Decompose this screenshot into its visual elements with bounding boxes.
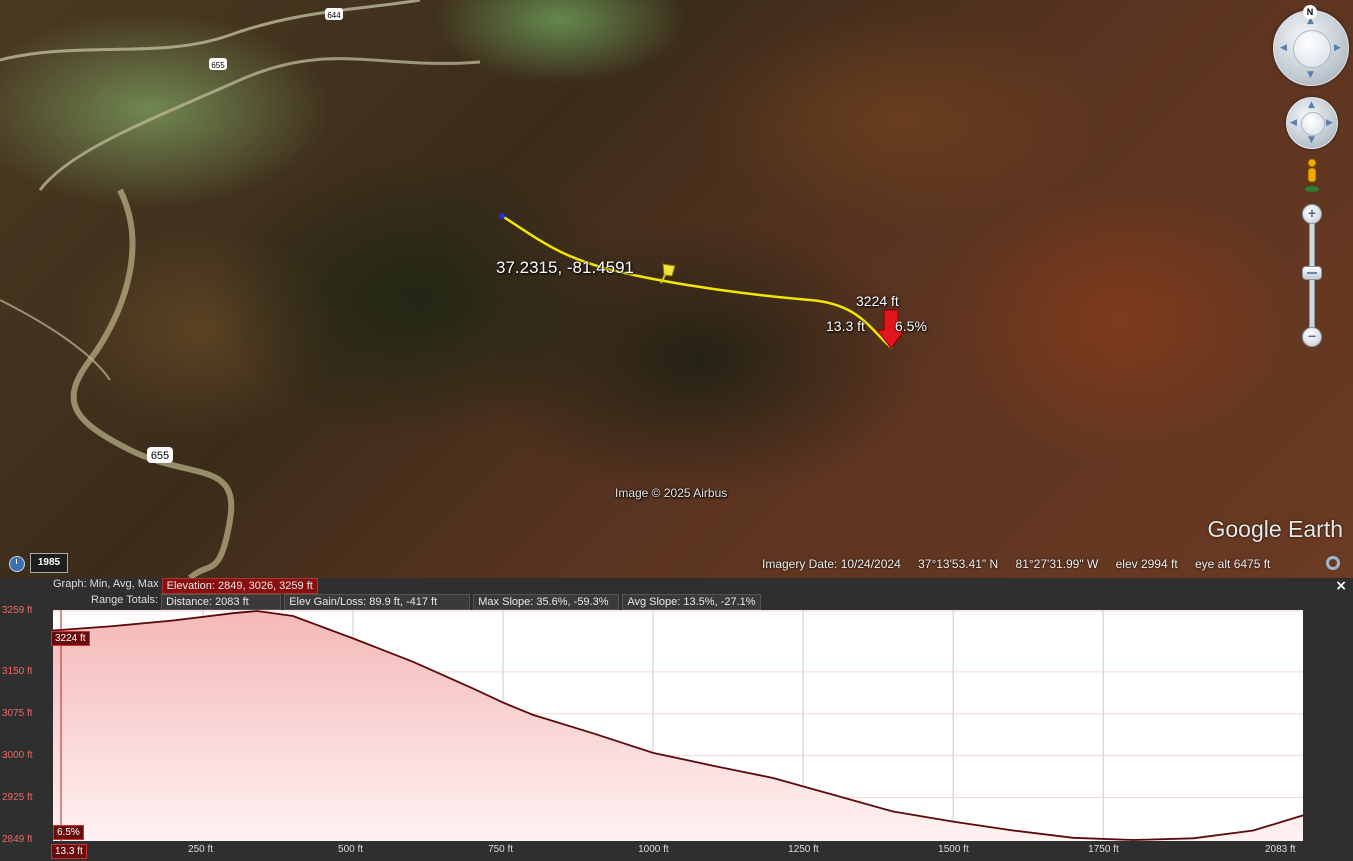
move-up-arrow-icon[interactable]: ▲ bbox=[1308, 101, 1315, 110]
road-label-655b: 655 bbox=[151, 450, 169, 462]
range-totals-row: Range Totals: Distance: 2083 ft Elev Gai… bbox=[91, 594, 761, 610]
end-distance-label: 2083 ft bbox=[1265, 844, 1296, 855]
imagery-date: Imagery Date: 10/24/2024 bbox=[762, 557, 901, 571]
y-tick-label: 2925 ft bbox=[2, 791, 33, 803]
cursor-distance-tag: 13.3 ft bbox=[51, 844, 87, 859]
elevation-point bbox=[772, 777, 774, 779]
elevation-area bbox=[53, 611, 1303, 841]
elevation-point bbox=[712, 764, 714, 767]
elevation-point bbox=[172, 619, 174, 622]
placemark-coordinate-label[interactable]: 37.2315, -81.4591 bbox=[496, 258, 634, 278]
range-label: Range Totals: bbox=[91, 594, 159, 606]
y-tick-label: 3150 ft bbox=[2, 665, 33, 677]
longitude-readout: 81°27'31.99" W bbox=[1015, 557, 1099, 571]
elevation-point bbox=[232, 612, 234, 615]
elevation-point bbox=[1132, 839, 1134, 841]
pushpin-icon[interactable] bbox=[660, 263, 676, 284]
x-tick-label: 750 ft bbox=[488, 844, 514, 855]
move-control[interactable]: ▲ ▼ ◀ ▶ bbox=[1286, 97, 1338, 149]
elevation-point bbox=[1012, 829, 1014, 832]
x-tick-label: 250 ft bbox=[188, 844, 214, 855]
look-control[interactable]: ▲ ▼ ◀ ▶ bbox=[1273, 10, 1349, 86]
y-tick-label: 3000 ft bbox=[2, 749, 33, 761]
pointer-slope-label: 6.5% bbox=[895, 318, 927, 334]
y-tick-label: 2849 ft bbox=[2, 834, 33, 845]
gain-loss-stat[interactable]: Elev Gain/Loss: 89.9 ft, -417 ft bbox=[284, 594, 471, 610]
elevation-point bbox=[652, 752, 654, 754]
pointer-elevation-label: 3224 ft bbox=[856, 293, 899, 309]
elevation-point bbox=[592, 732, 594, 735]
historical-imagery-clock-icon[interactable] bbox=[9, 556, 25, 572]
max-slope-stat[interactable]: Max Slope: 35.6%, -59.3% bbox=[473, 594, 620, 610]
move-left-arrow-icon[interactable]: ◀ bbox=[1290, 119, 1297, 128]
north-up-button[interactable]: N bbox=[1303, 5, 1317, 19]
x-tick-label: 1250 ft bbox=[788, 844, 819, 855]
move-down-arrow-icon[interactable]: ▼ bbox=[1308, 136, 1315, 145]
move-right-arrow-icon[interactable]: ▶ bbox=[1326, 119, 1333, 128]
status-bar: Imagery Date: 10/24/2024 37°13'53.41" N … bbox=[762, 557, 1284, 571]
cursor-slope-tag: 6.5% bbox=[53, 825, 84, 840]
elevation-chart-svg[interactable] bbox=[52, 610, 1304, 841]
close-profile-button[interactable]: × bbox=[1335, 578, 1347, 594]
elevation-point bbox=[256, 610, 258, 612]
avg-slope-stat[interactable]: Avg Slope: 13.5%, -27.1% bbox=[622, 594, 761, 610]
elevation-point bbox=[832, 793, 834, 796]
y-tick-label: 3259 ft bbox=[2, 605, 33, 616]
elevation-point bbox=[1192, 837, 1194, 840]
look-left-arrow-icon[interactable]: ◀ bbox=[1280, 44, 1287, 53]
elevation-point bbox=[532, 714, 534, 716]
elevation-point bbox=[1072, 836, 1074, 839]
path-start-dot bbox=[499, 213, 505, 219]
elevation-point bbox=[892, 810, 894, 813]
road-label-644: 644 bbox=[327, 11, 341, 20]
pointer-distance-label: 13.3 ft bbox=[826, 318, 865, 334]
x-tick-label: 500 ft bbox=[338, 844, 364, 855]
elevation-point bbox=[352, 637, 354, 640]
elevation-point bbox=[502, 701, 504, 704]
graph-label: Graph: Min, Avg, Max bbox=[53, 578, 159, 590]
road-shield: 644 bbox=[325, 8, 343, 20]
latitude-readout: 37°13'53.41" N bbox=[918, 557, 999, 571]
y-tick-label: 3075 ft bbox=[2, 707, 33, 719]
road-shield: 655 bbox=[209, 58, 227, 70]
elevation-point bbox=[292, 615, 294, 617]
map-view[interactable]: 644 655 655 37.2315, -81.4591 3224 ft 13… bbox=[0, 0, 1353, 578]
road-label-655a: 655 bbox=[211, 61, 225, 70]
cursor-elevation-tag: 3224 ft bbox=[51, 631, 90, 646]
historical-imagery-year[interactable]: 1985 bbox=[30, 553, 68, 573]
imagery-copyright: Image © 2025 Airbus bbox=[615, 486, 728, 500]
x-tick-label: 1750 ft bbox=[1088, 844, 1119, 855]
road-shield: 655 bbox=[147, 447, 173, 463]
graph-stats-row: Graph: Min, Avg, Max Elevation: 2849, 30… bbox=[53, 578, 318, 594]
pegman-icon[interactable] bbox=[1304, 158, 1320, 194]
eye-altitude-readout: eye alt 6475 ft bbox=[1195, 557, 1271, 571]
elevation-readout: elev 2994 ft bbox=[1115, 557, 1178, 571]
elevation-profile-panel: Graph: Min, Avg, Max Elevation: 2849, 30… bbox=[0, 578, 1353, 861]
elevation-point bbox=[472, 687, 474, 690]
distance-stat[interactable]: Distance: 2083 ft bbox=[161, 594, 282, 610]
google-earth-logo: Google Earth bbox=[1207, 516, 1343, 542]
elevation-point bbox=[952, 820, 954, 823]
zoom-in-button[interactable]: + bbox=[1302, 204, 1322, 224]
look-down-arrow-icon[interactable]: ▼ bbox=[1307, 71, 1314, 80]
elevation-stat[interactable]: Elevation: 2849, 3026, 3259 ft bbox=[161, 578, 318, 594]
x-tick-label: 1500 ft bbox=[938, 844, 969, 855]
zoom-slider-handle[interactable] bbox=[1302, 266, 1322, 280]
look-joystick[interactable] bbox=[1293, 30, 1331, 68]
hand-icon[interactable] bbox=[1301, 112, 1325, 136]
elevation-point bbox=[112, 625, 114, 627]
look-right-arrow-icon[interactable]: ▶ bbox=[1334, 44, 1341, 53]
elevation-point bbox=[1252, 829, 1254, 832]
zoom-out-button[interactable]: − bbox=[1302, 327, 1322, 347]
x-tick-label: 1000 ft bbox=[638, 844, 669, 855]
elevation-point bbox=[412, 661, 414, 663]
streaming-progress-icon bbox=[1326, 556, 1340, 570]
elevation-chart[interactable] bbox=[52, 610, 1304, 841]
